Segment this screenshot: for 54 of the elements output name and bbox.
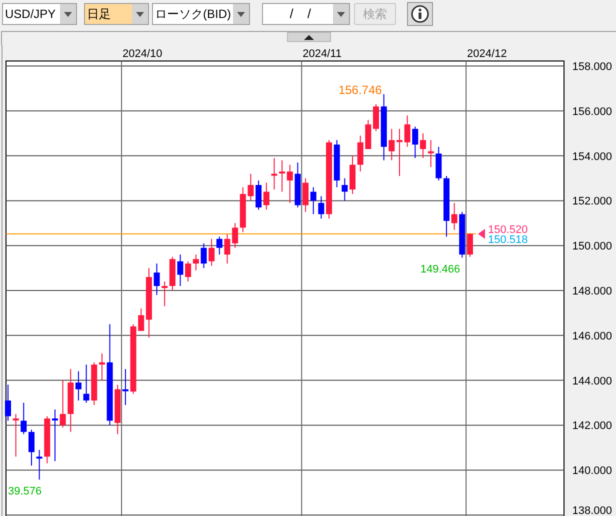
high-price-label: 156.746 <box>338 83 382 98</box>
candlestick <box>154 263 160 296</box>
candlestick <box>271 158 278 190</box>
collapse-button[interactable] <box>287 32 331 42</box>
candlestick <box>224 234 230 264</box>
date-axis-label: 2024/12 <box>467 48 507 60</box>
candlestick <box>28 429 34 466</box>
candlestick <box>342 178 348 202</box>
candlestick <box>36 449 42 480</box>
candlestick <box>380 94 387 161</box>
timeframe-select[interactable]: 日足 <box>84 3 149 25</box>
candlestick <box>83 364 90 404</box>
price-axis-label: 152.000 <box>572 196 612 208</box>
candlestick <box>396 128 402 176</box>
candlestick <box>404 114 410 148</box>
candlestick <box>5 384 11 422</box>
info-button[interactable] <box>407 2 433 26</box>
low-price-label: 149.466 <box>420 264 460 276</box>
price-axis-label: 146.000 <box>572 330 612 342</box>
chart-type-select[interactable]: ローソク(BID) <box>152 3 250 25</box>
candlestick <box>294 162 301 208</box>
date-field[interactable]: / / <box>262 3 350 25</box>
candlestick <box>60 380 66 428</box>
price-axis-label: 142.000 <box>572 420 612 432</box>
ask-price-label: 150.518 <box>488 234 528 246</box>
candlestick <box>420 132 426 159</box>
info-icon <box>411 5 429 23</box>
price-axis-label: 156.000 <box>572 106 612 118</box>
symbol-select[interactable]: USD/JPY <box>2 3 77 25</box>
candlestick <box>365 119 372 150</box>
price-axis-label: 148.000 <box>572 286 612 298</box>
candlestick <box>318 196 324 220</box>
date-axis-label: 2024/11 <box>302 48 342 60</box>
price-axis-label: 150.000 <box>572 240 612 253</box>
price-axis-label: 154.000 <box>572 150 612 163</box>
candlestick <box>248 173 254 202</box>
candlestick <box>451 202 458 230</box>
price-axis-label: 158.000 <box>572 61 612 73</box>
candlestick <box>20 402 27 435</box>
bid-price-label: 150.520 <box>488 224 528 236</box>
price-axis-label: 138.000 <box>572 505 612 516</box>
candlestick <box>412 126 418 159</box>
candlestick <box>200 242 207 269</box>
date-axis-label: 2024/10 <box>122 48 162 60</box>
candlestick <box>12 413 19 458</box>
low-price-label: 39.576 <box>8 486 42 498</box>
price-axis-label: 140.000 <box>572 465 612 478</box>
candlestick <box>428 140 434 168</box>
candlestick <box>373 104 379 132</box>
candlestick <box>177 254 184 286</box>
caret-icon <box>304 34 314 40</box>
candlestick <box>388 128 395 161</box>
price-axis-label: 144.000 <box>572 375 612 388</box>
price-marker-icon <box>478 228 485 239</box>
